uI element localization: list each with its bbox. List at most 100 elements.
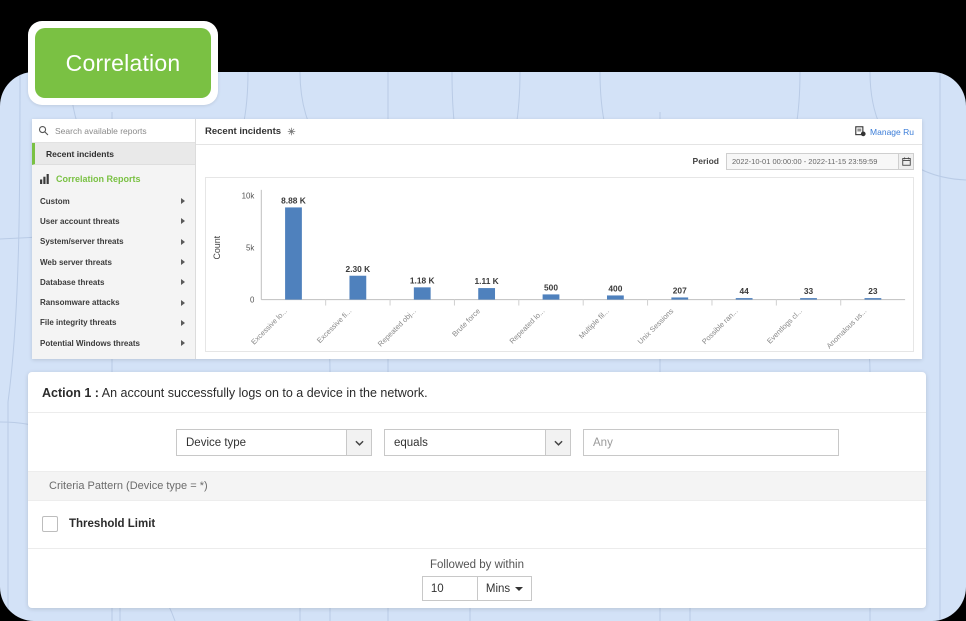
followed-by-within-section: Followed by within Mins	[28, 548, 926, 601]
search-row[interactable]	[32, 119, 195, 143]
chart-title-wrap: Recent incidents	[205, 126, 296, 137]
sidebar-item-potential-windows-threats[interactable]: Potential Windows threats	[32, 333, 195, 353]
followed-by-within-label: Followed by within	[430, 559, 524, 571]
criteria-row: Device type equals	[28, 413, 926, 471]
svg-text:5k: 5k	[246, 244, 254, 253]
action-heading-text: An account successfully logs on to a dev…	[98, 386, 428, 400]
chevron-right-icon	[181, 218, 185, 225]
sidebar-item-recent-incidents[interactable]: Recent incidents	[32, 143, 195, 165]
manage-rules-link[interactable]: Manage Ru	[855, 126, 914, 137]
chevron-right-icon	[181, 259, 185, 266]
svg-text:Repeated lo...: Repeated lo...	[508, 307, 547, 346]
reports-app-card: Recent incidents Correlation Reports Cus…	[32, 119, 922, 359]
chevron-right-icon	[181, 299, 185, 306]
sidebar-item-label: Web server threats	[40, 257, 112, 267]
chevron-right-icon	[181, 340, 185, 347]
sidebar-item-label: Recent incidents	[46, 148, 115, 159]
calendar-icon	[901, 156, 911, 166]
action-card: Action 1 : An account successfully logs …	[28, 372, 926, 608]
screenshot-root: Correlation Recent incidents	[0, 0, 966, 621]
svg-text:Count: Count	[212, 235, 222, 259]
svg-text:1.11 K: 1.11 K	[475, 276, 499, 286]
sidebar-item-file-integrity-threats[interactable]: File integrity threats	[32, 313, 195, 333]
sidebar-item-label: System/server threats	[40, 237, 124, 247]
field-select-button[interactable]	[346, 430, 371, 455]
period-value: 2022-10-01 00:00:00 - 2022-11-15 23:59:5…	[732, 156, 878, 166]
action-heading: Action 1 : An account successfully logs …	[28, 372, 926, 413]
operator-select-value: equals	[394, 436, 428, 449]
field-select[interactable]: Device type	[176, 429, 372, 456]
threshold-limit-checkbox[interactable]	[42, 516, 58, 532]
sidebar-item-database-threats[interactable]: Database threats	[32, 272, 195, 292]
svg-text:1.18 K: 1.18 K	[410, 275, 435, 285]
chevron-right-icon	[181, 238, 185, 245]
svg-text:Possible ran...: Possible ran...	[700, 307, 740, 347]
threshold-row: Threshold Limit	[28, 501, 926, 548]
period-field[interactable]: 2022-10-01 00:00:00 - 2022-11-15 23:59:5…	[726, 152, 914, 170]
threshold-limit-label: Threshold Limit	[69, 518, 156, 530]
followed-by-within-input[interactable]	[421, 576, 478, 601]
sidebar-item-label: Ransomware attacks	[40, 298, 120, 308]
chart-header: Recent incidents Manage Ru	[196, 119, 922, 145]
chart-frame: 0 5k 10k Count 8.88 K Excessive lo... 2.30 K Ex…	[205, 177, 914, 352]
correlation-tab-label: Correlation	[65, 49, 181, 76]
svg-text:8.88 K: 8.88 K	[281, 195, 306, 205]
correlation-tab-button[interactable]: Correlation	[35, 28, 211, 98]
sidebar-item-web-server-threats[interactable]: Web server threats	[32, 252, 195, 272]
svg-text:Eventlogs cl...: Eventlogs cl...	[765, 307, 804, 346]
search-input[interactable]	[55, 125, 189, 136]
sidebar-item-label: File integrity threats	[40, 318, 117, 328]
sidebar-item-user-account-threats[interactable]: User account threats	[32, 211, 195, 231]
sidebar-item-label: Custom	[40, 196, 70, 206]
caret-down-icon	[515, 586, 524, 591]
action-heading-bold: Action 1 :	[42, 386, 99, 400]
operator-select-button[interactable]	[545, 430, 570, 455]
sidebar-item-custom[interactable]: Custom	[32, 191, 195, 211]
period-row: Period 2022-10-01 00:00:00 - 2022-11-15 …	[196, 145, 922, 177]
page-title: Recent incidents	[205, 126, 282, 137]
manage-rules-label: Manage Ru	[870, 126, 914, 137]
svg-text:10k: 10k	[242, 192, 255, 201]
svg-text:23: 23	[868, 286, 878, 296]
chevron-right-icon	[181, 319, 185, 326]
sidebar-item-label: User account threats	[40, 216, 120, 226]
chart-pane: Recent incidents Manage Ru Period 2022-1…	[196, 119, 922, 359]
search-icon	[38, 125, 49, 136]
calendar-button[interactable]	[898, 153, 913, 169]
chevron-down-icon	[553, 440, 563, 446]
sidebar-item-label: Database threats	[40, 277, 105, 287]
svg-text:400: 400	[608, 283, 622, 293]
criteria-pattern-text: Criteria Pattern (Device type = *)	[49, 480, 208, 492]
svg-text:Brute force: Brute force	[450, 307, 482, 339]
bar-chart-svg: 0 5k 10k Count 8.88 K Excessive lo... 2.30 K Ex…	[212, 189, 906, 351]
svg-text:Excessive fi...: Excessive fi...	[315, 307, 353, 345]
manage-rules-icon	[855, 126, 866, 137]
bar-chart: 0 5k 10k Count 8.88 K Excessive lo... 2.30 K Ex…	[206, 178, 913, 351]
sidebar-item-label: Potential Windows threats	[40, 338, 140, 348]
svg-text:2.30 K: 2.30 K	[346, 264, 371, 274]
followed-by-within-controls: Mins	[421, 576, 533, 601]
sidebar-item-ransomware-attacks[interactable]: Ransomware attacks	[32, 292, 195, 312]
pin-icon[interactable]	[287, 127, 296, 136]
svg-text:44: 44	[739, 286, 749, 296]
operator-select[interactable]: equals	[384, 429, 571, 456]
bar-chart-icon	[40, 174, 49, 184]
criteria-value-input[interactable]	[583, 429, 839, 456]
svg-text:Excessive lo...: Excessive lo...	[249, 307, 289, 347]
svg-text:500: 500	[544, 282, 558, 292]
chevron-right-icon	[181, 279, 185, 286]
svg-text:207: 207	[673, 285, 687, 295]
time-unit-label: Mins	[485, 582, 511, 595]
svg-text:Anomalous us...: Anomalous us...	[825, 307, 869, 351]
field-select-value: Device type	[186, 436, 247, 449]
svg-text:Multiple fil...: Multiple fil...	[577, 307, 611, 341]
period-label: Period	[692, 156, 719, 166]
sidebar-section-label: Correlation Reports	[56, 174, 141, 184]
reports-sidebar: Recent incidents Correlation Reports Cus…	[32, 119, 196, 359]
svg-text:Repeated obj...: Repeated obj...	[376, 307, 418, 349]
svg-text:33: 33	[804, 286, 814, 296]
sidebar-section-correlation-reports: Correlation Reports	[32, 165, 195, 191]
sidebar-item-system-server-threats[interactable]: System/server threats	[32, 232, 195, 252]
chevron-right-icon	[181, 198, 185, 205]
time-unit-dropdown[interactable]: Mins	[477, 576, 533, 601]
